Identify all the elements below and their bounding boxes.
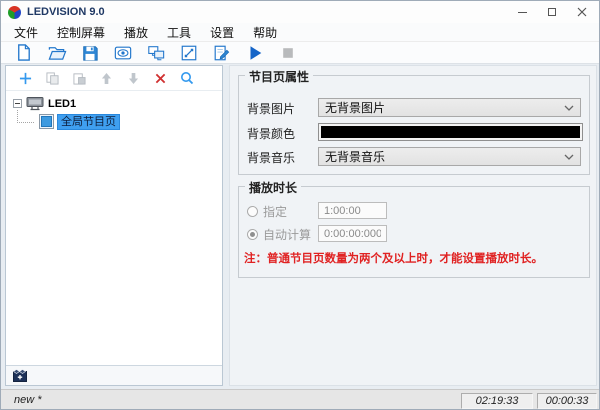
app-logo-icon: [8, 6, 21, 19]
screens-icon: [146, 44, 166, 62]
bg-color-button[interactable]: [318, 123, 583, 141]
move-down-button[interactable]: [125, 70, 141, 86]
new-document-icon: [14, 43, 33, 62]
bg-music-label: 背景音乐: [247, 149, 295, 166]
play-duration-group: 播放时长 指定 自动计算 注：普通节目页数量为两个及以上时，才能设置播放时长。: [238, 186, 590, 278]
auto-calc-radio[interactable]: [247, 229, 258, 240]
content-area: LED1 全局节目页: [1, 64, 599, 389]
paste-icon: [73, 72, 86, 85]
bg-music-dropdown[interactable]: 无背景音乐: [318, 147, 581, 166]
selected-tree-label: 全局节目页: [57, 114, 120, 130]
add-button[interactable]: [17, 70, 33, 86]
auto-calc-label: 自动计算: [263, 226, 311, 243]
specify-duration-input[interactable]: [318, 202, 387, 219]
page-properties-group: 节目页属性 背景图片 无背景图片 背景颜色 背景音乐 无背景音乐: [238, 75, 590, 175]
menu-file[interactable]: 文件: [14, 24, 38, 41]
close-button[interactable]: [567, 1, 597, 23]
collapse-expander-icon[interactable]: [13, 99, 22, 108]
maximize-icon: [548, 8, 556, 16]
bg-color-label: 背景颜色: [247, 125, 295, 142]
delete-button[interactable]: [152, 70, 168, 86]
add-icon: [19, 72, 32, 85]
specify-label: 指定: [263, 203, 287, 220]
play-duration-group-title: 播放时长: [245, 179, 301, 196]
fullscreen-icon: [180, 44, 198, 62]
window-controls: [507, 1, 597, 23]
add-media-button[interactable]: [12, 368, 28, 384]
tree-panel-footer: [6, 365, 222, 385]
move-up-button[interactable]: [98, 70, 114, 86]
document-status: new *: [14, 394, 42, 406]
countdown-time-value: 00:00:33: [546, 395, 589, 407]
tree-root-label: LED1: [48, 98, 76, 110]
countdown-time-display: 00:00:33: [537, 393, 597, 409]
search-icon: [180, 71, 194, 85]
clapperboard-icon: [13, 369, 27, 382]
search-button[interactable]: [179, 70, 195, 86]
save-icon: [81, 44, 99, 62]
new-document-button[interactable]: [13, 43, 34, 63]
edit-program-button[interactable]: [211, 43, 232, 63]
title-bar: LEDVISION 9.0: [1, 1, 599, 23]
bg-color-swatch: [321, 126, 580, 138]
arrow-down-icon: [128, 72, 139, 85]
specify-radio-row: 指定: [247, 203, 287, 220]
minimize-button[interactable]: [507, 1, 537, 23]
properties-panel: 节目页属性 背景图片 无背景图片 背景颜色 背景音乐 无背景音乐 播放时长: [229, 65, 597, 386]
paste-button[interactable]: [71, 70, 87, 86]
menu-help[interactable]: 帮助: [253, 24, 277, 41]
app-window: LEDVISION 9.0 文件 控制屏幕 播放 工具 设置 帮助: [0, 0, 600, 410]
menu-tools[interactable]: 工具: [167, 24, 191, 41]
open-folder-icon: [47, 43, 67, 62]
status-bar: new * 02:19:33 00:00:33: [1, 389, 599, 410]
specify-radio[interactable]: [247, 206, 258, 217]
copy-button[interactable]: [44, 70, 60, 86]
chevron-down-icon: [564, 105, 574, 111]
page-properties-group-title: 节目页属性: [245, 68, 313, 85]
bg-music-value: 无背景音乐: [325, 148, 564, 165]
chevron-down-icon: [564, 154, 574, 160]
program-tree-panel: LED1 全局节目页: [5, 65, 223, 386]
bg-image-label: 背景图片: [247, 100, 295, 117]
delete-x-icon: [155, 73, 166, 84]
bg-image-dropdown[interactable]: 无背景图片: [318, 98, 581, 117]
control-screens-button[interactable]: [145, 43, 166, 63]
menu-settings[interactable]: 设置: [210, 24, 234, 41]
tree-connector: [17, 110, 34, 123]
tree-toolbar: [6, 66, 222, 91]
play-icon: [246, 44, 264, 62]
program-tree: LED1 全局节目页: [6, 91, 222, 365]
edit-icon: [212, 44, 231, 62]
close-icon: [577, 7, 587, 17]
program-page-icon: [39, 114, 54, 129]
minimize-icon: [518, 12, 527, 13]
main-toolbar: [1, 42, 599, 64]
auto-radio-row: 自动计算: [247, 226, 311, 243]
fullscreen-button[interactable]: [178, 43, 199, 63]
duration-note: 注：普通节目页数量为两个及以上时，才能设置播放时长。: [244, 250, 543, 266]
auto-duration-input[interactable]: [318, 225, 387, 242]
preview-button[interactable]: [112, 43, 133, 63]
stop-button[interactable]: [277, 43, 298, 63]
preview-eye-icon: [113, 44, 133, 62]
elapsed-time-display: 02:19:33: [461, 393, 533, 409]
bg-image-value: 无背景图片: [325, 99, 564, 116]
led-screen-icon: [26, 97, 44, 111]
copy-icon: [46, 72, 59, 85]
menu-control-screen[interactable]: 控制屏幕: [57, 24, 105, 41]
tree-item-led1[interactable]: LED1: [6, 96, 222, 111]
stop-icon: [280, 45, 296, 61]
tree-item-global-page[interactable]: 全局节目页: [6, 113, 222, 130]
elapsed-time-value: 02:19:33: [476, 395, 519, 407]
menu-bar: 文件 控制屏幕 播放 工具 设置 帮助: [1, 23, 599, 42]
menu-play[interactable]: 播放: [124, 24, 148, 41]
window-title: LEDVISION 9.0: [27, 6, 105, 18]
maximize-button[interactable]: [537, 1, 567, 23]
save-button[interactable]: [79, 43, 100, 63]
arrow-up-icon: [101, 72, 112, 85]
play-button[interactable]: [244, 43, 265, 63]
open-file-button[interactable]: [46, 43, 67, 63]
